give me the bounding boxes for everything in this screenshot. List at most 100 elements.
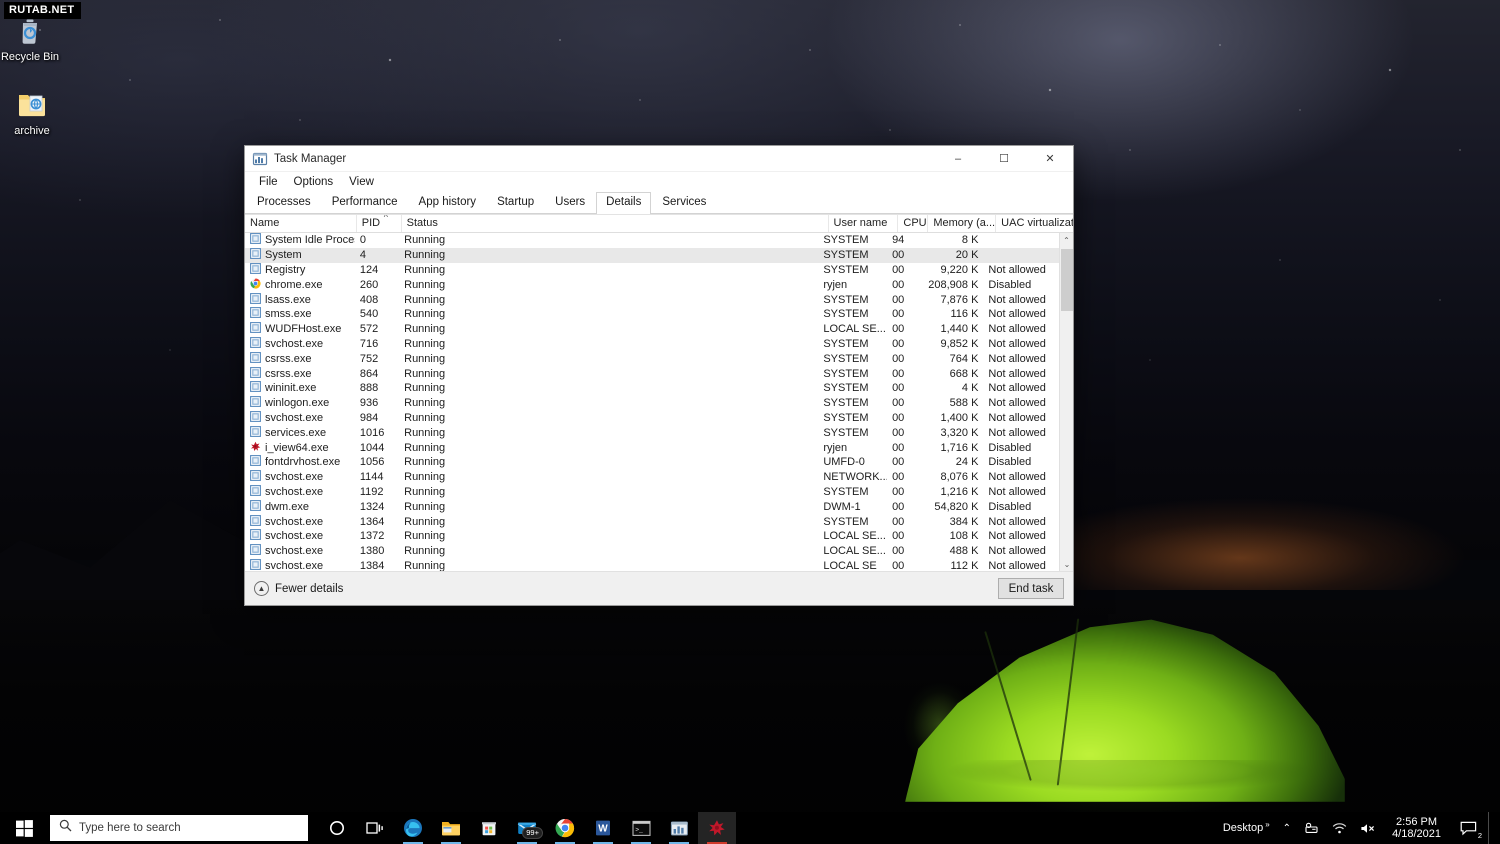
- microsoft-store-icon[interactable]: [470, 812, 508, 844]
- volume-muted-icon[interactable]: [1355, 812, 1381, 844]
- table-row[interactable]: svchost.exe 1372 Running LOCAL SE... 00 108 K…: [245, 529, 1059, 544]
- scrollbar-thumb[interactable]: [1061, 249, 1073, 311]
- clock[interactable]: 2:56 PM 4/18/2021: [1384, 812, 1449, 844]
- grass: [880, 760, 1380, 815]
- cell-memory: 1,440 K: [940, 323, 979, 336]
- menu-item-view[interactable]: View: [341, 175, 382, 189]
- irfanview-icon[interactable]: [698, 812, 736, 844]
- search-placeholder: Type here to search: [79, 822, 181, 834]
- tab-services[interactable]: Services: [652, 192, 716, 213]
- table-row[interactable]: winlogon.exe 936 Running SYSTEM 00 588 K Not a…: [245, 396, 1059, 411]
- cell-name: svchost.exe: [245, 558, 355, 571]
- terminal-icon[interactable]: >_: [622, 812, 660, 844]
- table-row[interactable]: svchost.exe 1384 Running LOCAL SE 00 112 K Not…: [245, 558, 1059, 571]
- edge-icon[interactable]: [394, 812, 432, 844]
- table-row[interactable]: svchost.exe 1380 Running LOCAL SE... 00 488 K…: [245, 544, 1059, 559]
- cell-status: Running: [404, 397, 446, 410]
- search-input[interactable]: Type here to search: [50, 815, 308, 841]
- cell-cpu: 00: [892, 278, 905, 291]
- tab-details[interactable]: Details: [596, 192, 652, 214]
- maximize-button[interactable]: ☐: [981, 146, 1027, 172]
- scroll-down-button[interactable]: ⌄: [1060, 557, 1073, 571]
- column-header-status[interactable]: Status: [402, 215, 829, 232]
- cell-uac: Not allowed: [988, 382, 1046, 395]
- file-explorer-icon[interactable]: [432, 812, 470, 844]
- window-titlebar[interactable]: Task Manager ‒ ☐ ✕: [245, 146, 1073, 172]
- column-header-memory[interactable]: Memory (a...: [928, 215, 997, 232]
- cell-status: Running: [404, 411, 446, 424]
- table-row[interactable]: fontdrvhost.exe 1056 Running UMFD-0 00 24 K Di…: [245, 455, 1059, 470]
- table-row[interactable]: svchost.exe 1144 Running NETWORK... 00 8,076 …: [245, 470, 1059, 485]
- notification-center-button[interactable]: 2: [1452, 812, 1485, 844]
- cell-memory: 668 K: [949, 367, 979, 380]
- table-row[interactable]: System 4 Running SYSTEM 00 20 K: [245, 247, 1059, 263]
- table-row[interactable]: chrome.exe 260 Running ryjen 00 208,908 K Disa…: [245, 277, 1059, 292]
- task-manager-icon[interactable]: [660, 812, 698, 844]
- wifi-icon[interactable]: [1327, 812, 1352, 844]
- cell-memory: 3,320 K: [940, 426, 979, 439]
- cell-uac: Not allowed: [988, 485, 1046, 498]
- table-row[interactable]: System Idle Process 0 Running SYSTEM 94 8 K: [245, 233, 1059, 248]
- tab-startup[interactable]: Startup: [487, 192, 544, 213]
- table-row[interactable]: smss.exe 540 Running SYSTEM 00 116 K Not allow…: [245, 307, 1059, 322]
- table-row[interactable]: svchost.exe 984 Running SYSTEM 00 1,400 K Not …: [245, 411, 1059, 426]
- table-row[interactable]: Registry 124 Running SYSTEM 00 9,220 K Not all…: [245, 263, 1059, 278]
- tab-app-history[interactable]: App history: [409, 192, 487, 213]
- table-row[interactable]: dwm.exe 1324 Running DWM-1 00 54,820 K Disable…: [245, 499, 1059, 514]
- table-row[interactable]: svchost.exe 1364 Running SYSTEM 00 384 K Not a…: [245, 514, 1059, 529]
- task-view-icon[interactable]: [356, 812, 394, 844]
- cell-name: Registry: [245, 263, 355, 277]
- table-row[interactable]: WUDFHost.exe 572 Running LOCAL SE... 00 1,440…: [245, 322, 1059, 337]
- speech-bubble-icon: [1460, 821, 1477, 835]
- tab-processes[interactable]: Processes: [247, 192, 321, 213]
- close-button[interactable]: ✕: [1027, 146, 1073, 172]
- column-header-user-name[interactable]: User name: [829, 215, 899, 232]
- table-row[interactable]: svchost.exe 1192 Running SYSTEM 00 1,216 K Not…: [245, 484, 1059, 500]
- process-name: svchost.exe: [265, 337, 324, 350]
- menu-item-options[interactable]: Options: [286, 175, 342, 189]
- chrome-icon[interactable]: [546, 812, 584, 844]
- process-icon: [250, 529, 261, 543]
- cell-memory: 1,216 K: [940, 485, 979, 498]
- cell-cpu: 00: [892, 545, 905, 558]
- minimize-button[interactable]: ‒: [935, 146, 981, 172]
- column-header-cpu[interactable]: CPU: [898, 215, 929, 232]
- process-rows: System Idle Process0RunningSYSTEM948 KSy…: [245, 233, 1059, 571]
- table-row[interactable]: csrss.exe 864 Running SYSTEM 00 668 K Not allo…: [245, 366, 1059, 381]
- table-row[interactable]: services.exe 1016 Running SYSTEM 00 3,320 K No…: [245, 425, 1059, 440]
- menu-item-file[interactable]: File: [251, 175, 286, 189]
- scroll-up-button[interactable]: ⌃: [1060, 233, 1073, 247]
- show-desktop-button[interactable]: [1488, 812, 1494, 844]
- end-task-button[interactable]: End task: [998, 578, 1064, 599]
- desktop-icon-recycle-bin[interactable]: Recycle Bin: [0, 14, 68, 64]
- cortana-icon[interactable]: [318, 812, 356, 844]
- cell-memory: 208,908 K: [928, 278, 979, 291]
- mail-icon[interactable]: 99+: [508, 812, 546, 844]
- cell-name: svchost.exe: [245, 470, 355, 484]
- cell-name: svchost.exe: [245, 337, 355, 351]
- process-name: svchost.exe: [265, 485, 324, 498]
- table-row[interactable]: lsass.exe 408 Running SYSTEM 00 7,876 K Not al…: [245, 292, 1059, 307]
- column-header-pid[interactable]: PID ^: [357, 215, 402, 232]
- column-header-name[interactable]: Name: [245, 215, 357, 232]
- fewer-details-button[interactable]: ▲ Fewer details: [254, 581, 343, 596]
- tab-users[interactable]: Users: [545, 192, 595, 213]
- desktop-peek-label[interactable]: Desktop »: [1218, 812, 1275, 844]
- windows-start-icon[interactable]: [0, 812, 48, 844]
- tab-performance[interactable]: Performance: [322, 192, 408, 213]
- table-row[interactable]: wininit.exe 888 Running SYSTEM 00 4 K Not allo…: [245, 381, 1059, 396]
- table-row[interactable]: svchost.exe 716 Running SYSTEM 00 9,852 K Not …: [245, 337, 1059, 352]
- task-manager-icon: [252, 151, 268, 167]
- process-icon: [250, 455, 261, 469]
- table-row[interactable]: i_view64.exe 1044 Running ryjen 00 1,716 K Dis…: [245, 440, 1059, 455]
- desktop-icon-archive[interactable]: archive: [0, 88, 70, 138]
- cell-user-name: LOCAL SE: [823, 559, 877, 571]
- column-header-uac[interactable]: UAC virtualizat...: [996, 215, 1073, 232]
- word-icon[interactable]: W: [584, 812, 622, 844]
- table-row[interactable]: csrss.exe 752 Running SYSTEM 00 764 K Not allo…: [245, 351, 1059, 366]
- show-hidden-icons-button[interactable]: ⌃: [1278, 812, 1296, 844]
- network-tray-icon[interactable]: [1299, 812, 1324, 844]
- cell-status: Running: [404, 441, 446, 454]
- vertical-scrollbar[interactable]: ⌃ ⌄: [1059, 233, 1073, 571]
- cell-name: smss.exe: [245, 307, 355, 321]
